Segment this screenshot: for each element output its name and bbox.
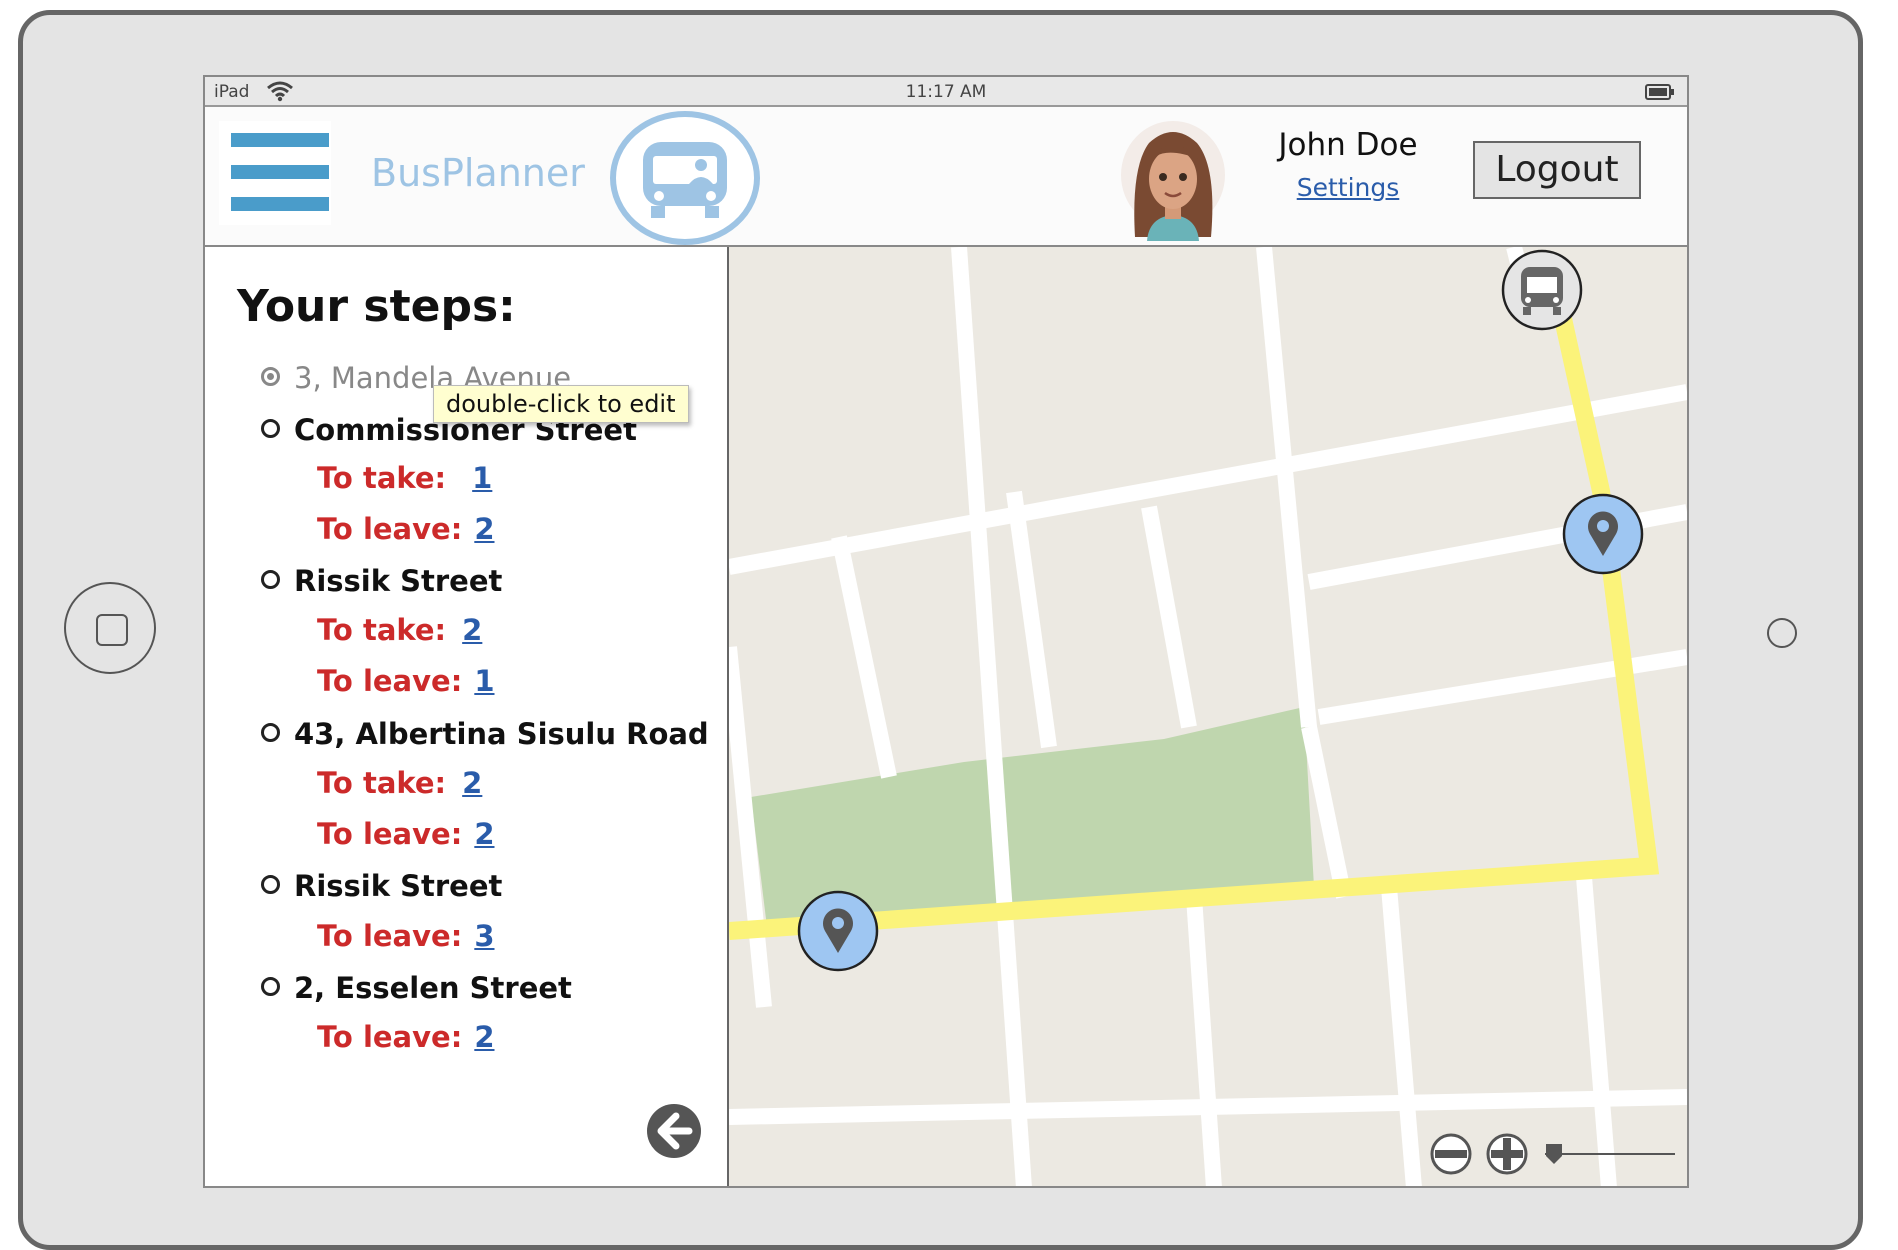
line-take-row: To take: 2 (317, 766, 482, 800)
line-take-row: To take: 2 (317, 613, 482, 647)
minus-circle-icon[interactable] (1429, 1132, 1473, 1176)
user-name: John Doe (1278, 127, 1418, 163)
line-leave-row: To leave: 1 (317, 664, 495, 698)
step-name: 43, Albertina Sisulu Road (294, 717, 709, 751)
step-radio[interactable] (261, 570, 280, 589)
line-link[interactable]: 2 (474, 512, 494, 546)
avatar (1121, 121, 1225, 241)
leave-label: To leave: (317, 817, 463, 851)
step-radio[interactable] (261, 977, 280, 996)
step-radio[interactable] (261, 875, 280, 894)
take-label: To take: (317, 766, 447, 800)
step-item[interactable]: 2, Esselen Street (261, 971, 572, 1005)
step-name: Rissik Street (294, 869, 503, 903)
logout-button[interactable]: Logout (1473, 141, 1641, 199)
line-take-row: To take: 1 (317, 461, 492, 495)
line-link[interactable]: 2 (474, 817, 494, 851)
step-radio[interactable] (261, 723, 280, 742)
hamburger-menu-icon[interactable] (219, 121, 331, 225)
status-bar: iPad 11:17 AM (205, 77, 1687, 107)
map-canvas (729, 247, 1687, 1186)
home-button[interactable] (64, 582, 156, 674)
plus-circle-icon[interactable] (1485, 1132, 1529, 1176)
step-item[interactable]: Rissik Street (261, 869, 502, 903)
tablet-screen: iPad 11:17 AM BusPlanner John Doe Settin… (203, 75, 1689, 1188)
line-link[interactable]: 1 (474, 664, 494, 698)
camera-icon (1767, 618, 1797, 648)
line-link[interactable]: 2 (474, 1020, 494, 1054)
battery-icon (1645, 84, 1674, 100)
leave-label: To leave: (317, 664, 463, 698)
bus-icon[interactable] (1499, 247, 1585, 333)
steps-sidebar: Your steps: 3, Mandela Avenue Commission… (205, 247, 729, 1186)
app-title: BusPlanner (371, 151, 585, 195)
bus-icon (610, 111, 760, 245)
line-leave-row: To leave: 2 (317, 817, 495, 851)
line-leave-row: To leave: 2 (317, 512, 495, 546)
leave-label: To leave: (317, 919, 463, 953)
arrow-left-circle-icon[interactable] (645, 1102, 703, 1160)
step-name: Rissik Street (294, 564, 503, 598)
take-label: To take: (317, 461, 447, 495)
leave-label: To leave: (317, 512, 463, 546)
step-radio[interactable] (261, 419, 280, 438)
step-item[interactable]: 43, Albertina Sisulu Road (261, 717, 709, 751)
route-map[interactable] (729, 247, 1687, 1186)
line-link[interactable]: 2 (462, 613, 482, 647)
app-header: BusPlanner John Doe Settings Logout (205, 107, 1687, 247)
step-name: 2, Esselen Street (294, 971, 572, 1005)
settings-link[interactable]: Settings (1263, 173, 1433, 202)
line-link[interactable]: 2 (462, 766, 482, 800)
line-link[interactable]: 1 (472, 461, 492, 495)
line-link[interactable]: 3 (474, 919, 494, 953)
line-leave-row: To leave: 3 (317, 919, 495, 953)
zoom-slider-handle[interactable] (1543, 1142, 1565, 1166)
line-leave-row: To leave: 2 (317, 1020, 495, 1054)
steps-title: Your steps: (237, 281, 516, 332)
leave-label: To leave: (317, 1020, 463, 1054)
map-pin-icon[interactable] (796, 889, 880, 973)
edit-tooltip: double-click to edit (433, 385, 689, 423)
step-radio-checked[interactable] (261, 367, 280, 386)
status-time: 11:17 AM (905, 82, 987, 102)
step-item[interactable]: Rissik Street (261, 564, 502, 598)
take-label: To take: (317, 613, 447, 647)
map-pin-icon[interactable] (1561, 492, 1645, 576)
